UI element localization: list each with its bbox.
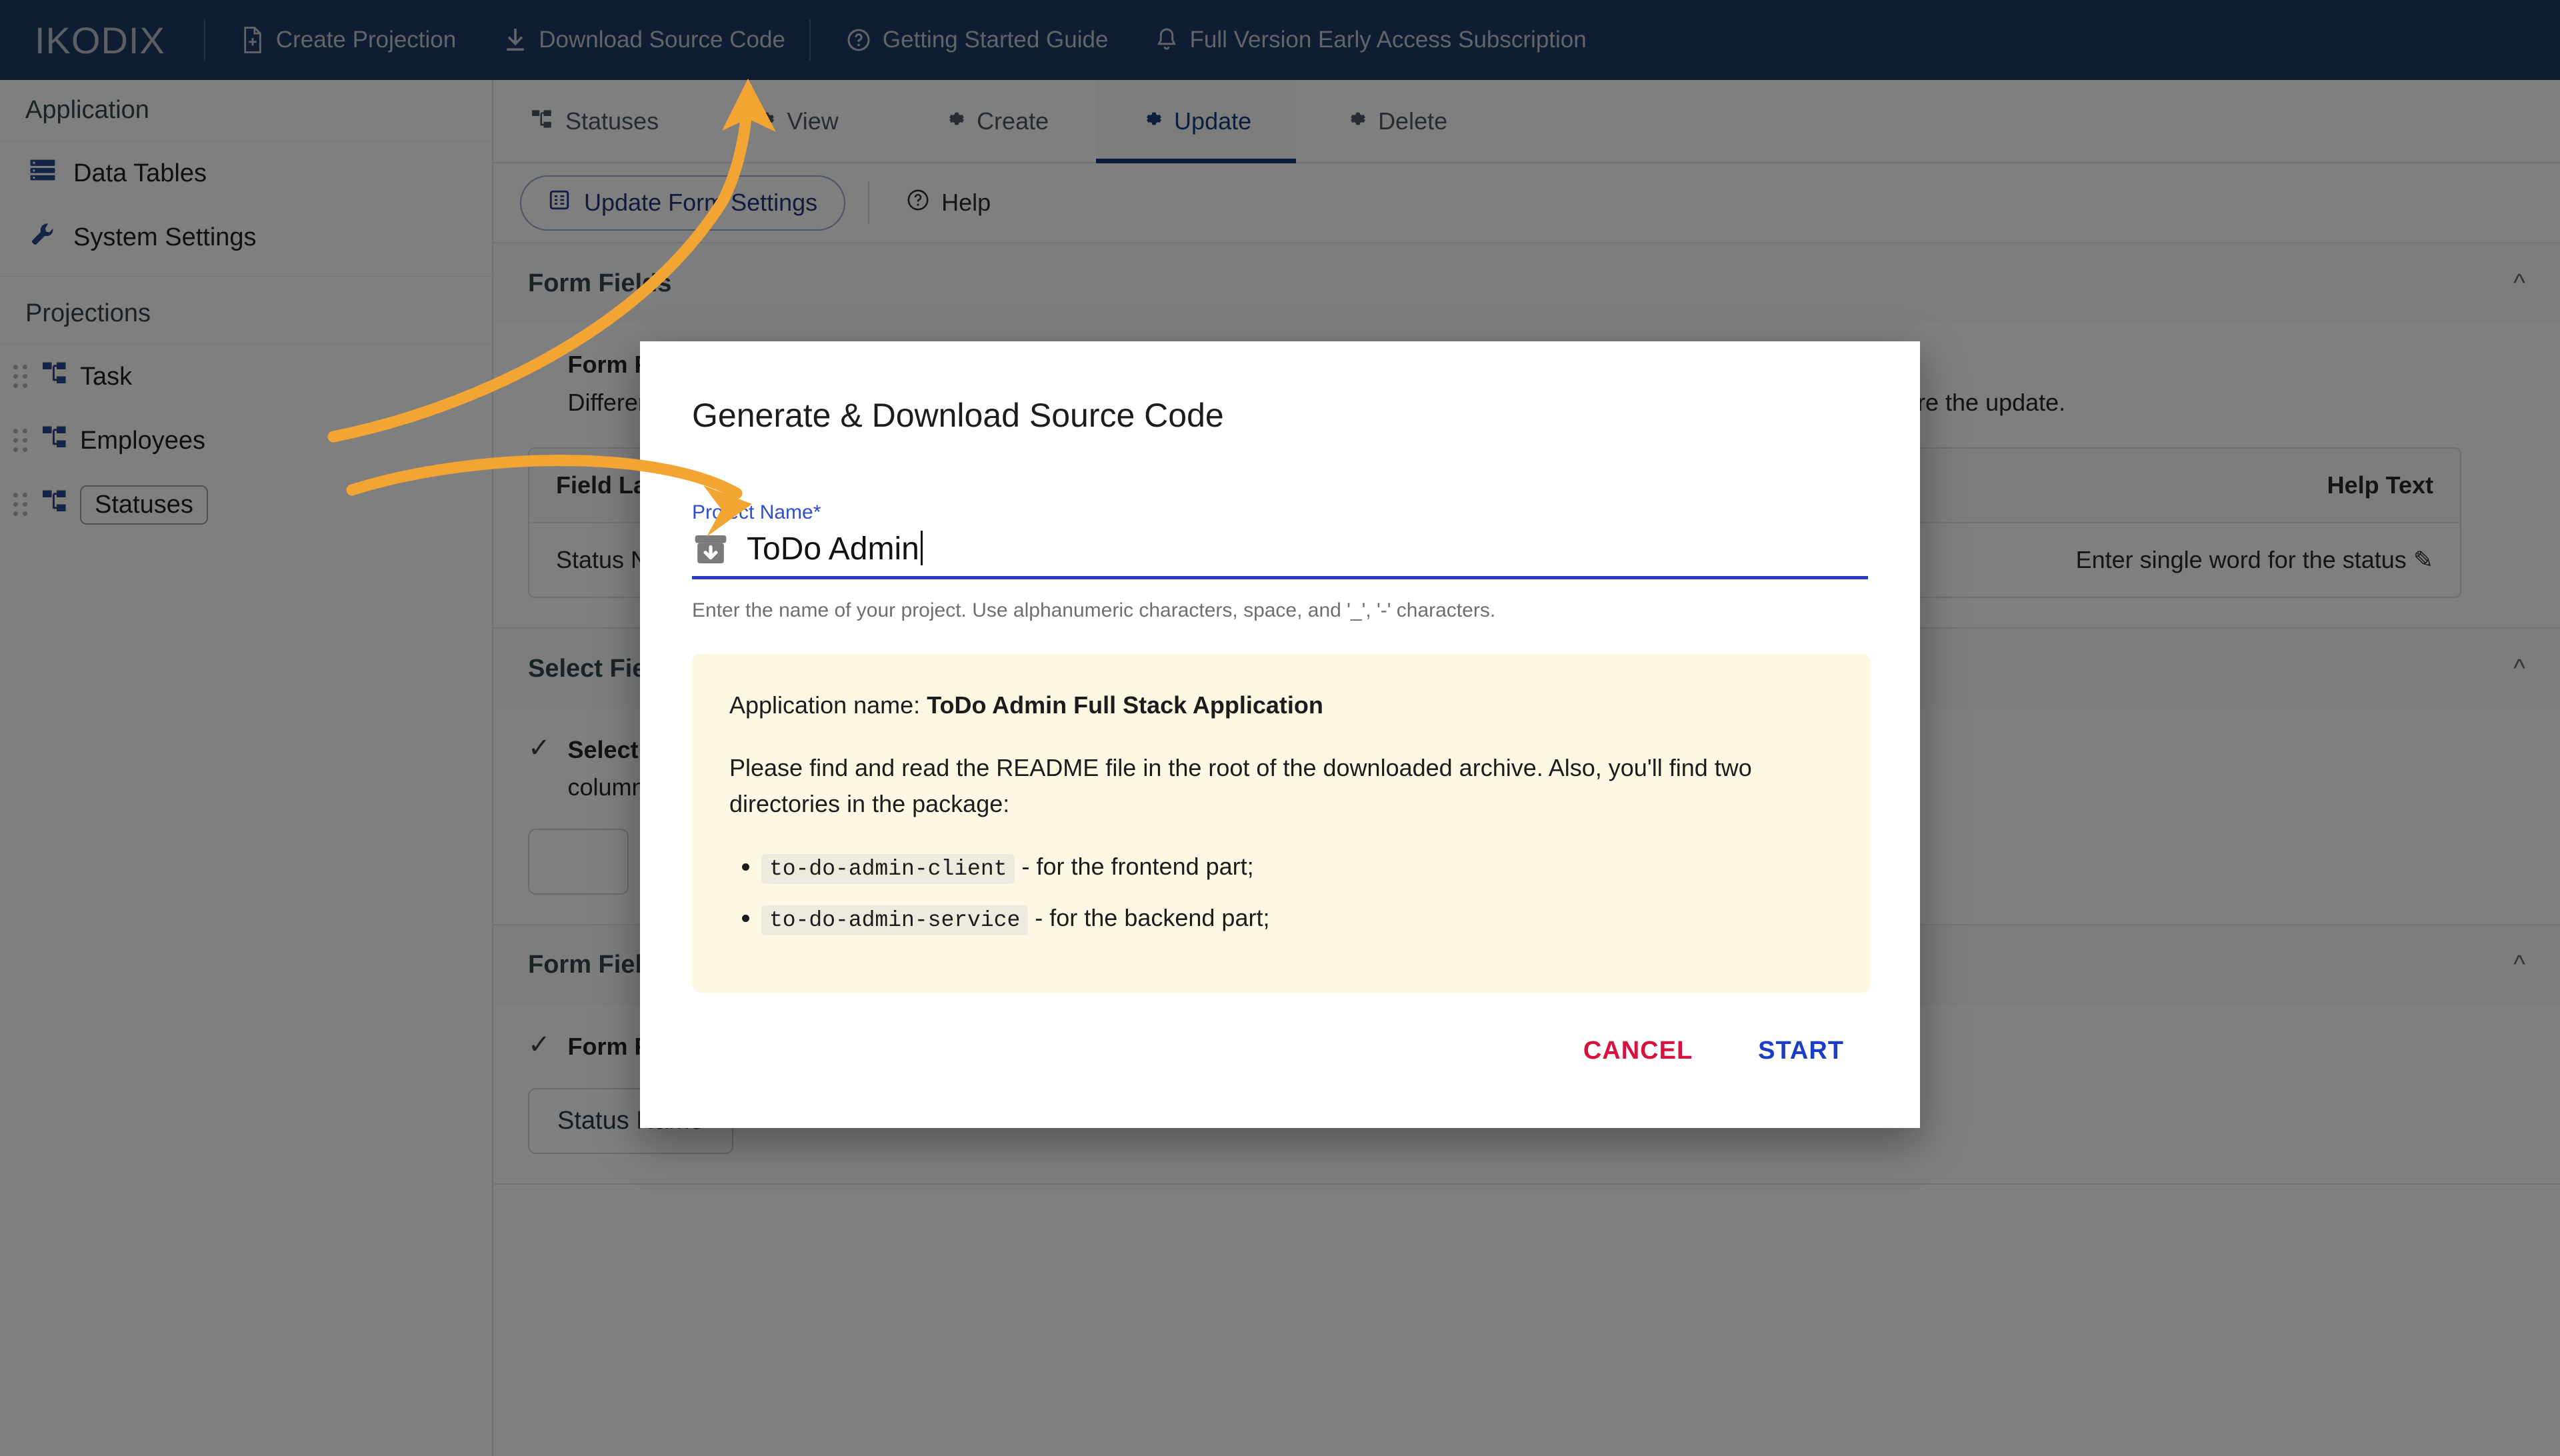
- project-name-label: Project Name*: [692, 501, 1868, 524]
- archive-download-icon: [692, 531, 729, 568]
- text-caret: [921, 531, 923, 565]
- project-name-label-text: Project Name: [692, 501, 813, 523]
- info-application-name: Application name: ToDo Admin Full Stack …: [729, 687, 1833, 723]
- list-item: to-do-admin-client - for the frontend pa…: [761, 853, 1833, 881]
- project-name-field-row[interactable]: ToDo Admin: [692, 531, 1868, 579]
- info-box: Application name: ToDo Admin Full Stack …: [692, 654, 1871, 993]
- list-item: to-do-admin-service - for the backend pa…: [761, 904, 1833, 933]
- info-dir-client-text: - for the frontend part;: [1015, 853, 1253, 880]
- project-name-hint: Enter the name of your project. Use alph…: [692, 599, 1868, 622]
- cancel-button[interactable]: CANCEL: [1569, 1027, 1707, 1075]
- info-dir-client-code: to-do-admin-client: [761, 854, 1015, 884]
- project-name-input[interactable]: ToDo Admin: [747, 531, 923, 568]
- info-dir-service-code: to-do-admin-service: [761, 905, 1028, 935]
- info-application-name-value: ToDo Admin Full Stack Application: [927, 691, 1323, 719]
- project-name-value: ToDo Admin: [747, 531, 919, 567]
- generate-download-source-code-dialog: Generate & Download Source Code Project …: [640, 341, 1920, 1128]
- info-dir-service-text: - for the backend part;: [1028, 904, 1269, 931]
- dialog-actions: CANCEL START: [692, 1027, 1868, 1075]
- required-marker: *: [813, 501, 821, 523]
- info-application-name-prefix: Application name:: [729, 691, 927, 719]
- info-readme-note: Please find and read the README file in …: [729, 750, 1833, 822]
- dialog-title: Generate & Download Source Code: [692, 396, 1868, 435]
- info-directory-list: to-do-admin-client - for the frontend pa…: [761, 853, 1833, 933]
- start-button[interactable]: START: [1743, 1027, 1859, 1075]
